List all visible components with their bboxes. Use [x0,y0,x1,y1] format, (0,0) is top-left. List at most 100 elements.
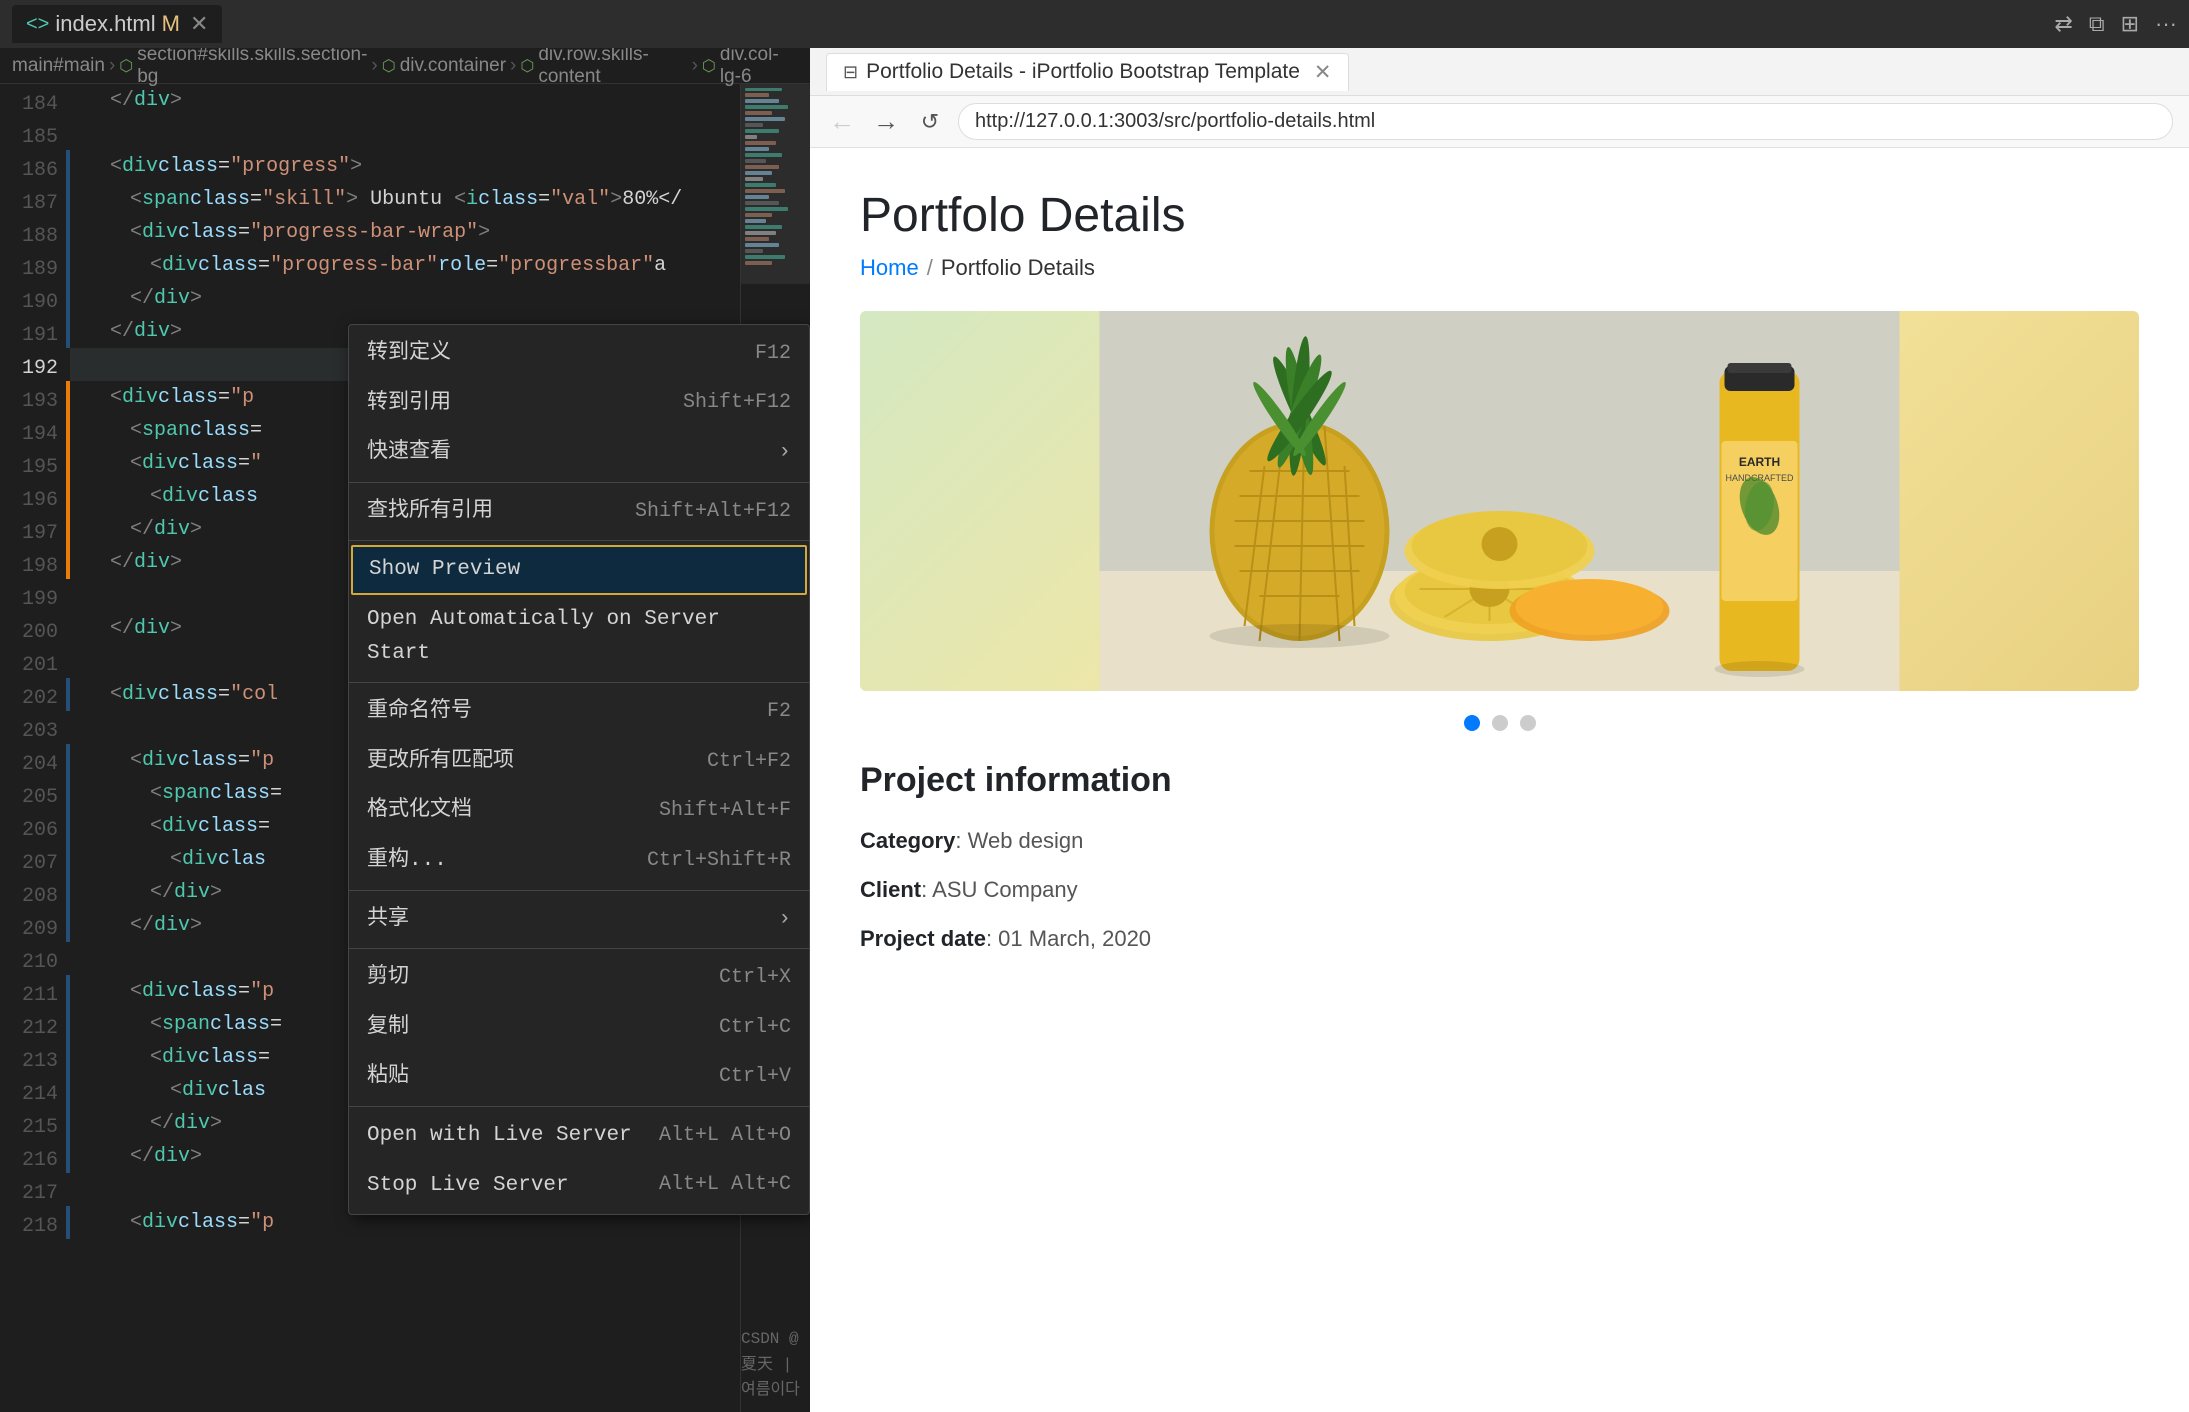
back-button[interactable]: ← [826,106,858,137]
menu-item-label: 共享 [367,903,409,937]
bc-3: div.container [400,55,506,77]
project-info-category: Category: Web design [860,824,2139,857]
menu-item-shortcut: Alt+L Alt+O [659,1120,791,1152]
preview-breadcrumb: Home / Portfolio Details [860,255,2139,281]
menu-find-references[interactable]: 查找所有引用 Shift+Alt+F12 [349,487,809,537]
menu-separator-3 [349,682,809,683]
menu-share[interactable]: 共享 › [349,895,809,945]
editor-tab[interactable]: <> index.html M ✕ [12,5,222,43]
menu-item-shortcut: Shift+Alt+F [659,795,791,827]
menu-item-label: Open Automatically on Server Start [367,603,791,670]
date-label: Project date [860,926,986,951]
forward-button[interactable]: → [870,106,902,137]
browser-icon: ⊟ [843,62,858,83]
carousel-dot-2[interactable] [1492,715,1508,731]
menu-item-shortcut: Ctrl+X [719,962,791,994]
preview-title-bar: ⊟ Portfolio Details - iPortfolio Bootstr… [810,48,2189,96]
preview-content[interactable]: Portfolo Details Home / Portfolio Detail… [810,148,2189,1412]
menu-separator-2 [349,540,809,541]
preview-tab[interactable]: ⊟ Portfolio Details - iPortfolio Bootstr… [826,53,1349,91]
menu-open-live-server[interactable]: Open with Live Server Alt+L Alt+O [349,1111,809,1161]
preview-tab-close[interactable]: ✕ [1314,60,1332,85]
menu-refactor[interactable]: 重构... Ctrl+Shift+R [349,836,809,886]
menu-goto-reference[interactable]: 转到引用 Shift+F12 [349,379,809,429]
carousel-dot-3[interactable] [1520,715,1536,731]
menu-paste[interactable]: 粘贴 Ctrl+V [349,1052,809,1102]
title-bar-icons: ⇄ ⧉ ⊞ ··· [2054,11,2177,37]
menu-item-shortcut: Ctrl+C [719,1012,791,1044]
menu-rename-symbol[interactable]: 重命名符号 F2 [349,687,809,737]
client-label: Client [860,877,921,902]
menu-format-doc[interactable]: 格式化文档 Shift+Alt+F [349,786,809,836]
menu-separator-4 [349,890,809,891]
menu-item-label: 剪切 [367,961,409,995]
menu-item-shortcut: Shift+Alt+F12 [635,496,791,528]
menu-separator-5 [349,948,809,949]
menu-item-label: 粘贴 [367,1060,409,1094]
menu-item-shortcut: Alt+L Alt+C [659,1169,791,1201]
bc-4: div.row.skills-content [538,48,687,88]
carousel-dots [860,715,2139,731]
context-menu[interactable]: 转到定义 F12 转到引用 Shift+F12 快速查看 › 查找所有引用 Sh… [348,324,810,1215]
url-bar[interactable]: http://127.0.0.1:3003/src/portfolio-deta… [958,103,2173,140]
menu-arrow-icon: › [778,903,791,937]
refresh-button[interactable]: ↺ [914,109,946,135]
layout-icon[interactable]: ⊞ [2121,11,2139,37]
bc-1: main#main [12,55,105,77]
menu-item-label: 查找所有引用 [367,495,493,529]
date-value: 01 March, 2020 [998,926,1151,951]
svg-text:EARTH: EARTH [1739,455,1780,469]
menu-copy[interactable]: 复制 Ctrl+C [349,1003,809,1053]
breadcrumb-separator: / [927,255,933,281]
menu-item-shortcut: F12 [755,338,791,370]
menu-item-label: 更改所有匹配项 [367,745,514,779]
menu-goto-definition[interactable]: 转到定义 F12 [349,329,809,379]
menu-stop-live-server[interactable]: Stop Live Server Alt+L Alt+C [349,1161,809,1211]
menu-item-label: Show Preview [369,553,520,587]
bc-5: div.col-lg-6 [720,48,798,88]
file-icon: <> [26,13,49,36]
preview-tab-label: Portfolio Details - iPortfolio Bootstrap… [866,60,1300,84]
line-numbers: 184 185 186 187 188 189 190 191 192 193 … [16,84,66,1412]
menu-item-label: Open with Live Server [367,1119,632,1153]
carousel-dot-1[interactable] [1464,715,1480,731]
fruit-image-svg: EARTH HANDCRAFTED [860,311,2139,691]
menu-item-shortcut: Ctrl+F2 [707,746,791,778]
url-text: http://127.0.0.1:3003/src/portfolio-deta… [975,110,1375,133]
menu-cut[interactable]: 剪切 Ctrl+X [349,953,809,1003]
bc-2: section#skills.skills.section-bg [137,48,367,88]
menu-item-label: 转到引用 [367,387,451,421]
modified-indicator: M [162,11,180,37]
category-value: Web design [968,828,1084,853]
main-area: main#main › ⬡ section#skills.skills.sect… [0,48,2189,1412]
menu-item-label: Stop Live Server [367,1169,569,1203]
breadcrumb-home[interactable]: Home [860,255,919,281]
project-info-title: Project information [860,761,2139,800]
editor-breadcrumb: main#main › ⬡ section#skills.skills.sect… [0,48,810,84]
code-editor[interactable]: 184 185 186 187 188 189 190 191 192 193 … [0,84,810,1412]
title-bar-left: <> index.html M ✕ [12,5,2046,43]
carousel-image: EARTH HANDCRAFTED [860,311,2139,691]
tab-close-icon[interactable]: ✕ [190,11,208,37]
menu-item-label: 快速查看 [367,436,451,470]
project-info-date: Project date: 01 March, 2020 [860,922,2139,955]
menu-open-auto[interactable]: Open Automatically on Server Start [349,595,809,678]
breadcrumb-current: Portfolio Details [941,255,1095,281]
menu-quick-look[interactable]: 快速查看 › [349,428,809,478]
menu-show-preview[interactable]: Show Preview [351,545,807,595]
menu-item-shortcut: Ctrl+Shift+R [647,845,791,877]
page-title: Portfolo Details [860,188,2139,243]
tab-filename: index.html [55,11,155,37]
preview-panel: ⊟ Portfolio Details - iPortfolio Bootstr… [810,48,2189,1412]
editor-panel: main#main › ⬡ section#skills.skills.sect… [0,48,810,1412]
menu-item-label: 复制 [367,1011,409,1045]
project-info-client: Client: ASU Company [860,873,2139,906]
menu-item-label: 转到定义 [367,337,451,371]
git-icon[interactable]: ⇄ [2054,11,2072,37]
client-value: ASU Company [932,877,1078,902]
menu-item-label: 重构... [367,844,447,878]
menu-change-all[interactable]: 更改所有匹配项 Ctrl+F2 [349,737,809,787]
split-editor-icon[interactable]: ⧉ [2089,11,2105,37]
category-label: Category [860,828,955,853]
more-icon[interactable]: ··· [2155,11,2177,37]
